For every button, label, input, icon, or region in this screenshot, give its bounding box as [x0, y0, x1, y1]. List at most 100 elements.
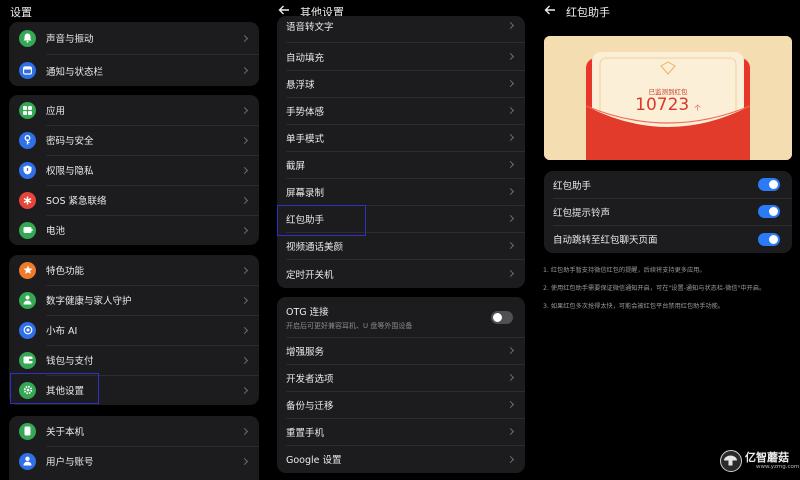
mushroom-logo-icon — [720, 450, 742, 472]
chevron-right-icon — [240, 296, 249, 304]
chevron-right-icon — [506, 79, 515, 88]
chevron-right-icon — [506, 427, 515, 436]
chevron-right-icon — [506, 214, 515, 223]
chevron-right-icon — [240, 136, 249, 144]
chevron-right-icon — [506, 346, 515, 355]
list-item-label: 开发者选项 — [286, 373, 334, 385]
chevron-right-icon — [506, 187, 515, 196]
auto-jump-toggle[interactable] — [758, 233, 780, 246]
list-item-label: 悬浮球 — [286, 79, 315, 91]
list-item-label: 语音转文字 — [286, 22, 334, 33]
list-item-screen-recording[interactable]: 屏幕录制 — [277, 178, 525, 205]
sidebar-item-label: 数字健康与家人守护 — [46, 296, 132, 307]
star-icon — [19, 261, 36, 279]
sidebar-item-label: 电池 — [46, 226, 66, 237]
sidebar-item-apps[interactable]: 应用 — [9, 95, 259, 125]
list-item-scheduled-power[interactable]: 定时开关机 — [277, 259, 525, 288]
list-item-label: 自动填充 — [286, 52, 325, 64]
list-item-otg[interactable]: OTG 连接 开启后可更好兼容耳机、U 盘等外围设备 — [277, 297, 525, 337]
list-item-label: 视频通话美颜 — [286, 241, 344, 253]
list-item-one-hand-mode[interactable]: 单手模式 — [277, 124, 525, 151]
phone-icon — [19, 422, 36, 440]
user-icon — [19, 452, 36, 470]
chevron-right-icon — [240, 196, 249, 204]
sidebar-item-ai[interactable]: 小布 AI — [9, 315, 259, 345]
note-3: 3. 如果红包多次抢得太快，可能会被红包平台禁用红包助手功能。 — [543, 303, 725, 310]
detected-count: 10723 — [635, 95, 690, 115]
list-item-enhanced-services[interactable]: 增强服务 — [277, 337, 525, 364]
list-item-developer-options[interactable]: 开发者选项 — [277, 364, 525, 391]
list-item-gestures[interactable]: 手势体感 — [277, 97, 525, 124]
chevron-right-icon — [240, 226, 249, 234]
sidebar-item-label: 声音与振动 — [46, 34, 94, 45]
sidebar-item-notifications[interactable]: 通知与状态栏 — [9, 55, 259, 86]
list-item-google-settings[interactable]: Google 设置 — [277, 445, 525, 473]
otg-toggle[interactable] — [491, 311, 513, 324]
list-item-label: 定时开关机 — [286, 269, 334, 281]
note-1: 1. 红包助手暂支持微信红包的提醒，后续将支持更多应用。 — [543, 267, 706, 274]
chevron-right-icon — [506, 133, 515, 142]
list-item-backup[interactable]: 备份与迁移 — [277, 391, 525, 418]
chevron-right-icon — [506, 269, 515, 278]
battery-icon — [19, 221, 36, 239]
sidebar-item-wallet[interactable]: 钱包与支付 — [9, 345, 259, 375]
sidebar-item-label: 密码与安全 — [46, 136, 94, 147]
selection-highlight — [277, 205, 366, 236]
watermark-name: 亿智蘑菇 — [745, 451, 789, 464]
bell-icon — [19, 29, 36, 47]
settings-card-apps: 应用 密码与安全 权限与隐私 SOS 紧急联络 电池 — [9, 95, 259, 245]
list-item-screenshot[interactable]: 截屏 — [277, 151, 525, 178]
chevron-right-icon — [240, 106, 249, 114]
back-arrow-icon[interactable] — [544, 4, 558, 20]
list-item-label: 单手模式 — [286, 133, 325, 145]
sidebar-item-label: 通知与状态栏 — [46, 66, 104, 78]
key-icon — [19, 131, 36, 149]
sidebar-item-about[interactable]: 关于本机 — [9, 416, 259, 446]
apps-grid-icon — [19, 101, 36, 119]
list-item-label: 增强服务 — [286, 346, 325, 358]
sidebar-item-sos[interactable]: SOS 紧急联络 — [9, 185, 259, 215]
list-item-video-beauty[interactable]: 视频通话美颜 — [277, 232, 525, 259]
settings-card-account: 关于本机 用户与账号 — [9, 416, 259, 480]
list-item-label: 截屏 — [286, 160, 306, 172]
list-item-autofill[interactable]: 自动填充 — [277, 43, 525, 70]
toggle-row-hongbao-assistant: 红包助手 — [544, 171, 792, 198]
chevron-right-icon — [506, 52, 515, 61]
sidebar-item-sound[interactable]: 声音与振动 — [9, 22, 259, 54]
chevron-right-icon — [240, 356, 249, 364]
sidebar-item-accounts[interactable]: 用户与账号 — [9, 446, 259, 476]
sidebar-item-label: 用户与账号 — [46, 457, 94, 468]
chevron-right-icon — [240, 386, 249, 394]
chevron-right-icon — [240, 34, 249, 42]
list-item-floating-ball[interactable]: 悬浮球 — [277, 70, 525, 97]
sidebar-item-privacy[interactable]: 权限与隐私 — [9, 155, 259, 185]
chevron-right-icon — [506, 241, 515, 250]
settings-panel: 设置 声音与振动 通知与状态栏 应用 密码与安全 权限与隐私 SOS 紧急联络 … — [0, 0, 268, 480]
chevron-right-icon — [506, 160, 515, 169]
settings-card-notifications: 声音与振动 通知与状态栏 — [9, 22, 259, 86]
sidebar-item-label: 关于本机 — [46, 427, 85, 438]
chevron-right-icon — [506, 400, 515, 409]
ringtone-toggle[interactable] — [758, 205, 780, 218]
sidebar-item-features[interactable]: 特色功能 — [9, 255, 259, 285]
sidebar-item-label: 钱包与支付 — [46, 356, 94, 367]
hongbao-assistant-toggle[interactable] — [758, 178, 780, 191]
toggle-label: 自动跳转至红包聊天页面 — [553, 235, 658, 246]
hongbao-banner: 已监测到红包 10723 个 — [544, 36, 792, 160]
list-item-speech-to-text[interactable]: 语音转文字 — [277, 16, 525, 39]
sidebar-item-digital-wellbeing[interactable]: 数字健康与家人守护 — [9, 285, 259, 315]
sidebar-item-label: 权限与隐私 — [46, 166, 94, 177]
other-settings-card-1: 语音转文字 自动填充 悬浮球 手势体感 单手模式 截屏 屏幕录制 红包助手 视频… — [277, 16, 525, 288]
list-item-label: Google 设置 — [286, 455, 342, 466]
note-2: 2. 使用红包助手需要保证微信通知开启，可在"设置-通知与状态栏-微信"中开启。 — [543, 285, 766, 292]
chevron-right-icon — [240, 166, 249, 174]
list-item-label: 重置手机 — [286, 427, 325, 439]
asterisk-icon — [19, 191, 36, 209]
sidebar-item-label: 特色功能 — [46, 266, 85, 277]
sidebar-item-security[interactable]: 密码与安全 — [9, 125, 259, 155]
list-item-label: OTG 连接 — [286, 306, 329, 318]
chevron-right-icon — [506, 373, 515, 382]
other-settings-card-2: OTG 连接 开启后可更好兼容耳机、U 盘等外围设备 增强服务 开发者选项 备份… — [277, 297, 525, 473]
sidebar-item-battery[interactable]: 电池 — [9, 215, 259, 245]
list-item-reset[interactable]: 重置手机 — [277, 418, 525, 445]
